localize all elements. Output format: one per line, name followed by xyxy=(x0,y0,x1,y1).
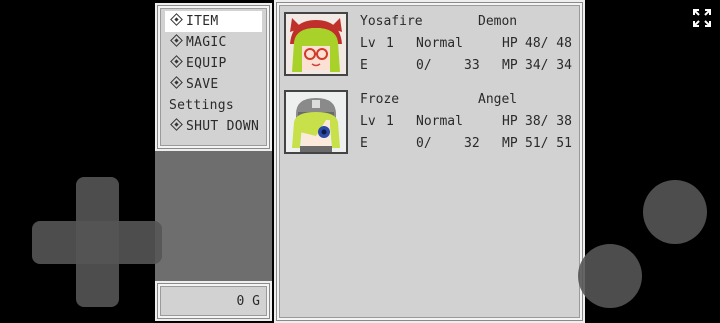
portrait-yosafire xyxy=(284,12,348,76)
party-member-yosafire[interactable]: Yosafire Demon Lv 1 Normal HP 48/ 48 E 0… xyxy=(284,12,580,82)
level-label: Lv xyxy=(360,114,376,129)
exp-value: 0/ xyxy=(416,58,432,73)
a-button[interactable] xyxy=(643,180,707,244)
mp-value: 51/ 51 xyxy=(525,136,572,151)
gold-amount: 0 G xyxy=(236,294,260,309)
gold-window: 0 G xyxy=(155,281,272,321)
exp-next: 33 xyxy=(464,58,480,73)
b-button[interactable] xyxy=(578,244,642,308)
diamond-icon xyxy=(170,13,183,26)
hp-label: HP xyxy=(502,114,518,129)
menu-item-magic[interactable]: MAGIC xyxy=(165,32,262,53)
exp-value: 0/ xyxy=(416,136,432,151)
menu-item-label: Settings xyxy=(169,98,235,113)
command-menu: ITEM MAGIC EQUIP SAVE Settings SHUT DOWN xyxy=(155,3,272,151)
member-class: Angel xyxy=(478,92,518,107)
dpad-vertical[interactable] xyxy=(76,177,119,307)
fullscreen-icon[interactable] xyxy=(692,8,712,28)
hp-label: HP xyxy=(502,36,518,51)
party-member-froze[interactable]: Froze Angel Lv 1 Normal HP 38/ 38 E 0/ 3… xyxy=(284,90,580,160)
portrait-froze xyxy=(284,90,348,154)
member-name: Yosafire xyxy=(360,14,423,29)
menu-item-settings[interactable]: Settings xyxy=(165,95,262,116)
diamond-icon xyxy=(170,34,183,47)
menu-item-label: SAVE xyxy=(186,77,219,92)
diamond-icon xyxy=(170,76,183,89)
menu-item-label: MAGIC xyxy=(186,35,227,50)
menu-item-equip[interactable]: EQUIP xyxy=(165,53,262,74)
menu-item-label: ITEM xyxy=(186,14,219,29)
menu-item-label: SHUT DOWN xyxy=(186,119,260,134)
level-label: Lv xyxy=(360,36,376,51)
member-name: Froze xyxy=(360,92,400,107)
exp-label: E xyxy=(360,58,368,73)
hp-value: 38/ 38 xyxy=(525,114,572,129)
level-value: 1 xyxy=(386,114,394,129)
mp-label: MP xyxy=(502,58,518,73)
diamond-icon xyxy=(170,55,183,68)
exp-next: 32 xyxy=(464,136,480,151)
menu-item-save[interactable]: SAVE xyxy=(165,74,262,95)
empty-panel xyxy=(155,151,272,281)
exp-label: E xyxy=(360,136,368,151)
diamond-icon xyxy=(170,118,183,131)
member-state: Normal xyxy=(416,36,463,51)
party-status-window: Yosafire Demon Lv 1 Normal HP 48/ 48 E 0… xyxy=(274,0,585,323)
menu-item-shut-down[interactable]: SHUT DOWN xyxy=(165,116,262,137)
member-state: Normal xyxy=(416,114,463,129)
mp-label: MP xyxy=(502,136,518,151)
hp-value: 48/ 48 xyxy=(525,36,572,51)
menu-item-item[interactable]: ITEM xyxy=(165,11,262,32)
level-value: 1 xyxy=(386,36,394,51)
menu-item-label: EQUIP xyxy=(186,56,227,71)
mp-value: 34/ 34 xyxy=(525,58,572,73)
member-class: Demon xyxy=(478,14,518,29)
